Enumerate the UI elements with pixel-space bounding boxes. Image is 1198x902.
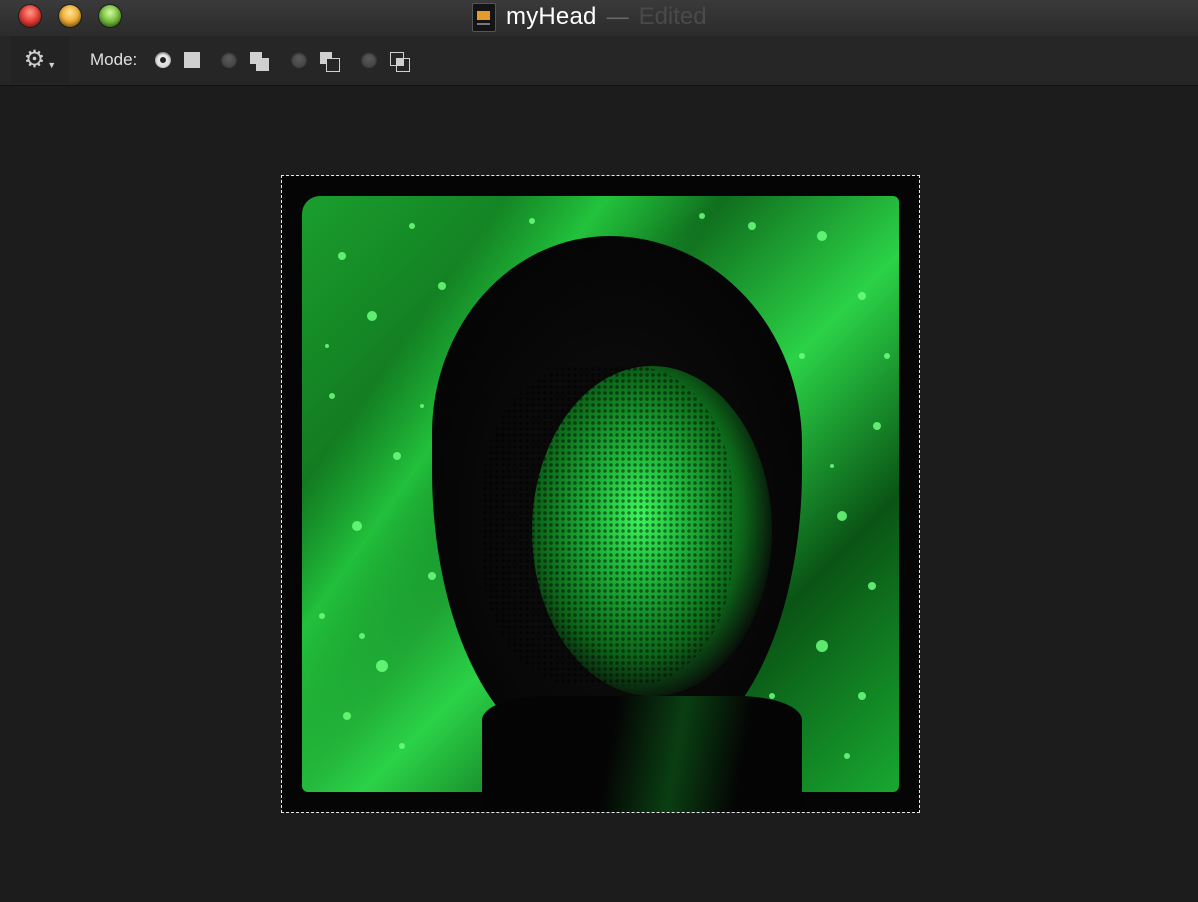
add-squares-icon xyxy=(249,51,269,71)
title-separator: — xyxy=(606,4,629,29)
action-menu-button[interactable]: ⚙ ▼ xyxy=(11,36,69,84)
mode-label: Mode: xyxy=(90,50,138,69)
single-square-icon xyxy=(183,51,203,71)
zoom-button[interactable] xyxy=(99,5,121,27)
dropdown-caret-icon: ▼ xyxy=(47,60,57,70)
mode-radio-add-selection[interactable] xyxy=(221,52,237,68)
window-title[interactable]: myHead xyxy=(506,3,597,31)
selection-marquee[interactable] xyxy=(281,175,920,813)
mode-radio-new-selection[interactable] xyxy=(155,52,171,68)
portrait-neck xyxy=(482,696,802,812)
mode-radio-subtract-selection[interactable] xyxy=(291,52,307,68)
toolbar: ⚙ ▼ Mode: xyxy=(0,36,1198,86)
minimize-button[interactable] xyxy=(59,5,81,27)
image-document-icon[interactable] xyxy=(472,2,496,32)
intersect-squares-icon xyxy=(389,51,410,72)
gear-icon: ⚙ xyxy=(23,46,46,73)
close-button[interactable] xyxy=(19,5,41,27)
title-bar: myHead — Edited xyxy=(0,0,1198,36)
image-canvas[interactable] xyxy=(0,86,1198,902)
halftone-dots xyxy=(482,366,732,686)
window-title-group: myHead — Edited xyxy=(472,2,707,32)
edited-status[interactable]: Edited xyxy=(639,3,707,31)
mode-radio-intersect-selection[interactable] xyxy=(361,52,377,68)
subtract-squares-icon xyxy=(319,51,340,72)
